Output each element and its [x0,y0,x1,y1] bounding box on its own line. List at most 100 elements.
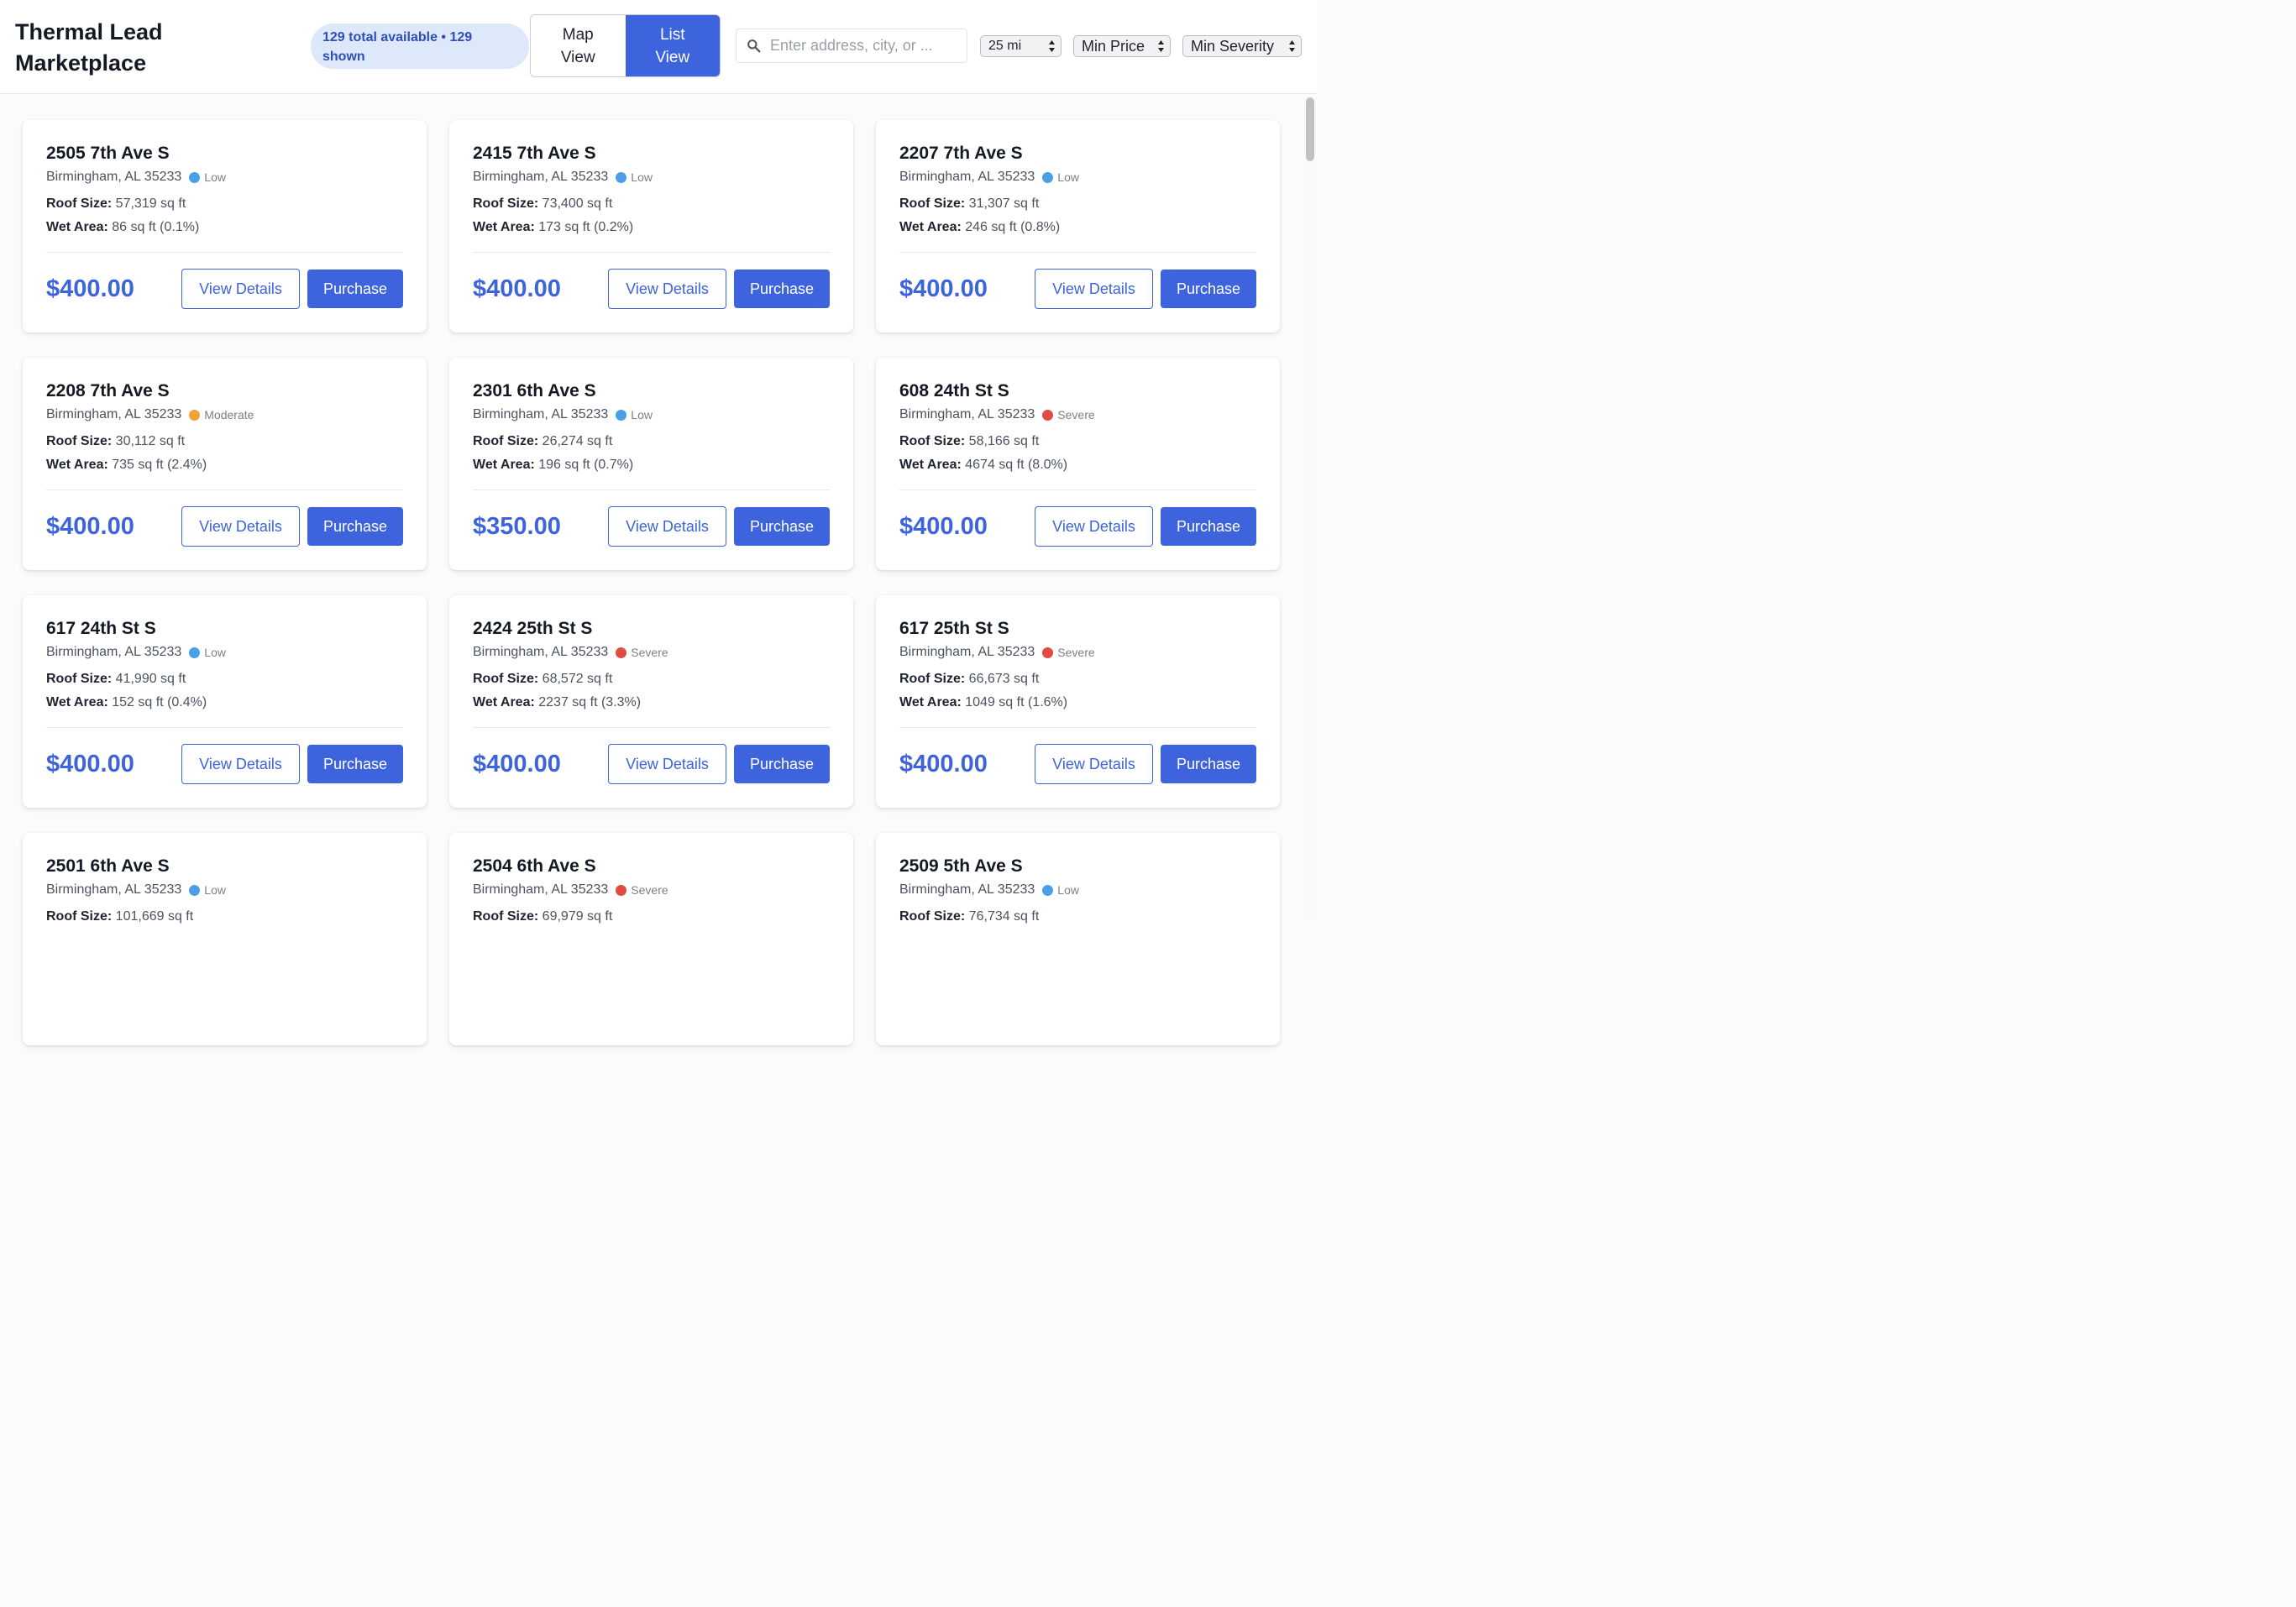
view-details-button[interactable]: View Details [608,744,726,784]
severity-label: Low [631,408,653,421]
roof-size-value: 69,979 sq ft [542,909,613,924]
severity-dot-icon [616,646,627,658]
purchase-button[interactable]: Purchase [307,507,403,546]
roof-size-label: Roof Size: [473,434,539,448]
roof-size-label: Roof Size: [46,909,113,924]
lead-price: $400.00 [46,275,134,302]
severity-dot-icon [616,884,627,896]
lead-address: 608 24th St S [899,381,1009,400]
purchase-button[interactable]: Purchase [1161,745,1256,783]
lead-city: Birmingham, AL 35233 [473,645,609,659]
lead-price: $400.00 [899,513,988,540]
view-details-button[interactable]: View Details [1035,269,1153,309]
search-icon [747,39,761,53]
list-view-button[interactable]: List View [625,15,720,76]
wet-area-value: 246 sq ft (0.8%) [965,220,1061,234]
view-details-button[interactable]: View Details [608,506,726,547]
select-arrows-icon [1049,40,1055,52]
purchase-button[interactable]: Purchase [307,745,403,783]
view-details-button[interactable]: View Details [608,269,726,309]
divider [46,489,403,490]
scrollbar[interactable] [1303,94,1317,922]
severity-label: Low [1057,883,1079,897]
view-details-button[interactable]: View Details [181,269,300,309]
lead-city: Birmingham, AL 35233 [46,645,182,659]
severity-label: Low [204,170,226,184]
roof-size-label: Roof Size: [46,672,113,686]
roof-size-label: Roof Size: [899,909,966,924]
lead-address: 2504 6th Ave S [473,856,596,876]
radius-select[interactable]: 25 mi [980,35,1062,57]
wet-area-label: Wet Area: [473,458,535,472]
purchase-button[interactable]: Purchase [1161,507,1256,546]
lead-card: 2207 7th Ave S Birmingham, AL 35233 Low R… [876,120,1280,332]
divider [46,727,403,728]
severity-dot-icon [1042,646,1054,658]
lead-address: 2424 25th St S [473,619,593,638]
roof-size-label: Roof Size: [899,672,966,686]
wet-area-label: Wet Area: [899,220,962,234]
scrollbar-thumb[interactable] [1306,97,1314,161]
roof-size-label: Roof Size: [473,196,539,211]
radius-select-value: 25 mi [988,39,1022,53]
roof-size-value: 30,112 sq ft [115,434,186,448]
view-details-button[interactable]: View Details [1035,744,1153,784]
lead-price: $400.00 [473,751,561,777]
wet-area-value: 173 sq ft (0.2%) [538,220,634,234]
lead-city: Birmingham, AL 35233 [473,882,609,897]
lead-city: Birmingham, AL 35233 [899,645,1035,659]
severity-dot-icon [1042,409,1054,421]
wet-area-value: 86 sq ft (0.1%) [112,220,200,234]
lead-card: 617 24th St S Birmingham, AL 35233 Low Ro… [23,595,427,808]
lead-card: 2208 7th Ave S Birmingham, AL 35233 Moder… [23,358,427,570]
roof-size-label: Roof Size: [473,909,539,924]
severity-dot-icon [1042,884,1054,896]
wet-area-value: 735 sq ft (2.4%) [112,458,207,472]
min-severity-select[interactable]: Min Severity [1182,35,1302,57]
lead-card: 2509 5th Ave S Birmingham, AL 35233 Low R… [876,833,1280,1045]
view-details-button[interactable]: View Details [181,744,300,784]
app-title: Thermal Lead Marketplace [15,19,163,76]
wet-area-label: Wet Area: [473,695,535,709]
roof-size-value: 68,572 sq ft [542,672,613,686]
search-input[interactable] [770,37,955,55]
purchase-button[interactable]: Purchase [307,270,403,308]
roof-size-value: 41,990 sq ft [115,672,186,686]
roof-size-value: 76,734 sq ft [968,909,1040,924]
lead-city: Birmingham, AL 35233 [46,882,182,897]
lead-card: 2501 6th Ave S Birmingham, AL 35233 Low R… [23,833,427,1045]
roof-size-label: Roof Size: [899,196,966,211]
map-view-button[interactable]: Map View [531,15,626,76]
wet-area-label: Wet Area: [899,458,962,472]
purchase-button[interactable]: Purchase [734,745,830,783]
lead-address: 617 25th St S [899,619,1009,638]
wet-area-label: Wet Area: [473,220,535,234]
lead-city: Birmingham, AL 35233 [899,882,1035,897]
wet-area-value: 4674 sq ft (8.0%) [965,458,1068,472]
view-details-button[interactable]: View Details [181,506,300,547]
lead-price: $350.00 [473,513,561,540]
wet-area-label: Wet Area: [46,458,108,472]
purchase-button[interactable]: Purchase [1161,270,1256,308]
lead-price: $400.00 [46,751,134,777]
severity-dot-icon [616,171,627,183]
view-details-button[interactable]: View Details [1035,506,1153,547]
purchase-button[interactable]: Purchase [734,507,830,546]
severity-dot-icon [1042,171,1054,183]
min-price-select[interactable]: Min Price [1073,35,1171,57]
lead-address: 2501 6th Ave S [46,856,170,876]
wet-area-value: 152 sq ft (0.4%) [112,695,207,709]
lead-card: 2505 7th Ave S Birmingham, AL 35233 Low R… [23,120,427,332]
lead-price: $400.00 [899,751,988,777]
select-arrows-icon [1158,40,1164,52]
lead-city: Birmingham, AL 35233 [899,170,1035,184]
divider [46,252,403,253]
roof-size-value: 73,400 sq ft [542,196,613,211]
divider [473,727,830,728]
lead-card: 2415 7th Ave S Birmingham, AL 35233 Low R… [449,120,853,332]
lead-card: 2504 6th Ave S Birmingham, AL 35233 Sever… [449,833,853,1045]
roof-size-value: 58,166 sq ft [968,434,1040,448]
lead-city: Birmingham, AL 35233 [473,170,609,184]
purchase-button[interactable]: Purchase [734,270,830,308]
roof-size-value: 26,274 sq ft [542,434,613,448]
